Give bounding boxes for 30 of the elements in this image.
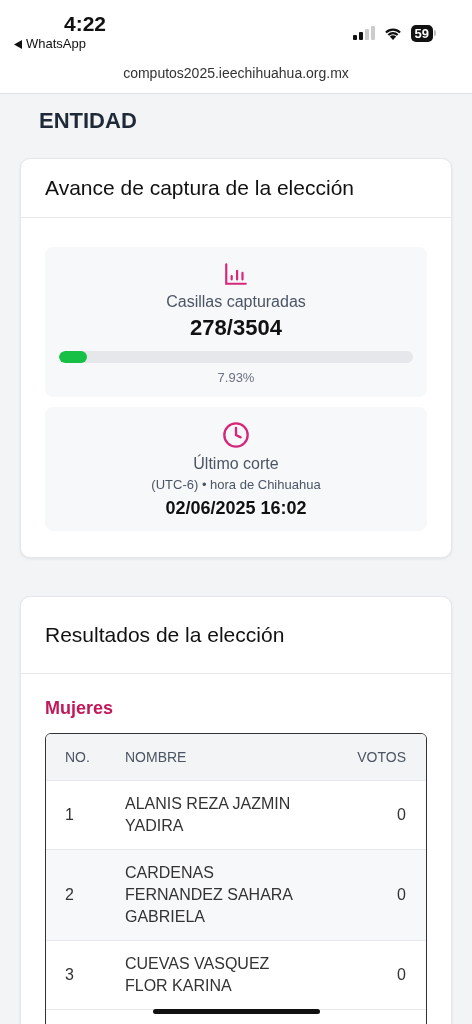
cutoff-datetime: 02/06/2025 16:02 xyxy=(165,498,307,519)
bar-chart-icon xyxy=(223,261,249,287)
table-cell-text: CARDENAS FERNANDEZ SAHARA GABRIELA xyxy=(125,863,294,927)
table-cell-text: 0 xyxy=(397,885,407,905)
timezone-text: (UTC-6) • hora de Chihuahua xyxy=(151,477,321,492)
column-header: NO. xyxy=(64,748,91,767)
page-title: ENTIDAD xyxy=(38,107,138,135)
table-cell-text: 2 xyxy=(64,885,75,905)
table-cell-text: 0 xyxy=(397,965,407,985)
url-text[interactable]: computos2025.ieechihuahua.org.mx xyxy=(0,58,472,93)
stat-label: Último corte xyxy=(193,455,279,473)
table-cell-text: CUEVAS VASQUEZ FLOR KARINA xyxy=(125,954,271,996)
percent-text: 7.93% xyxy=(217,370,255,385)
section-title: Mujeres xyxy=(45,698,115,719)
stat-label: Casillas capturadas xyxy=(166,293,306,311)
card-title: Avance de captura de la elección xyxy=(45,176,355,200)
clock-icon xyxy=(222,421,250,449)
table-cell-text: 0 xyxy=(397,805,407,825)
signal-icon xyxy=(352,26,375,40)
table-cell-text: ALANIS REZA JAZMIN YADIRA xyxy=(125,794,292,836)
card-title: Resultados de la elección xyxy=(45,623,286,647)
column-header: NOMBRE xyxy=(125,748,188,767)
back-to-app-link[interactable]: WhatsApp xyxy=(14,36,86,52)
status-time: 4:22 xyxy=(64,12,107,36)
column-header: VOTOS xyxy=(357,748,407,767)
table-cell-text: 3 xyxy=(64,965,75,985)
table-cell-text: 1 xyxy=(64,805,75,825)
captured-count: 278/3504 xyxy=(190,315,282,341)
back-arrow-icon xyxy=(14,39,22,49)
battery-level: 59 xyxy=(410,24,433,42)
